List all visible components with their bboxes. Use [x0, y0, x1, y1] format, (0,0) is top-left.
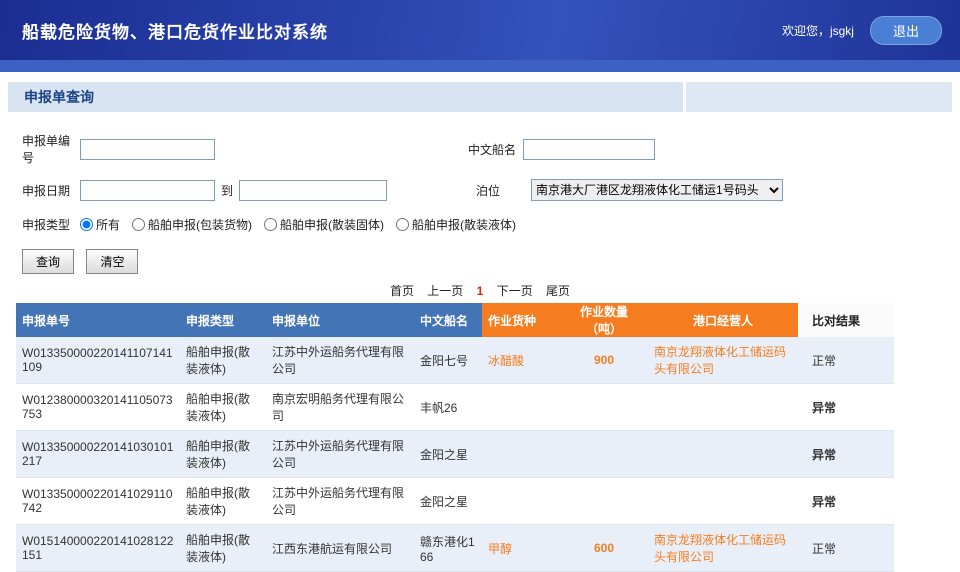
table-row: W012380000320141105073753 船舶申报(散装液体) 南京宏… [16, 384, 894, 431]
radio-packaged-goods-label: 船舶申报(包装货物) [148, 216, 252, 233]
ship-name-input[interactable] [523, 139, 655, 160]
cell-cargo [482, 384, 560, 431]
berth-label: 泊位 [476, 182, 531, 199]
cell-ship: 金阳七号 [414, 337, 482, 384]
radio-bulk-solid[interactable]: 船舶申报(散装固体) [264, 216, 384, 233]
radio-bulk-liquid-label: 船舶申报(散装液体) [412, 216, 516, 233]
col-header-unit: 申报单位 [266, 303, 414, 337]
section-title: 申报单查询 [8, 82, 683, 112]
radio-all-input[interactable] [80, 218, 93, 231]
results-table: 申报单号 申报类型 申报单位 中文船名 作业货种 作业数量（吨） 港口经营人 比… [16, 303, 894, 572]
radio-bulk-liquid[interactable]: 船舶申报(散装液体) [396, 216, 516, 233]
radio-packaged-goods-input[interactable] [132, 218, 145, 231]
welcome-text: 欢迎您，jsgkj [782, 22, 854, 39]
cell-result: 异常 [798, 384, 894, 431]
header-right: 欢迎您，jsgkj 退出 [782, 16, 942, 45]
pagination-current-page[interactable]: 1 [477, 284, 484, 298]
cell-operator: 南京龙翔液体化工储运码头有限公司 [648, 337, 798, 384]
cell-cargo [482, 478, 560, 525]
cell-type: 船舶申报(散装液体) [180, 431, 266, 478]
cell-declaration-no: W015140000220141028122151 [16, 525, 180, 572]
cell-ship: 赣东港化166 [414, 525, 482, 572]
cell-declaration-no: W013350000220141030101217 [16, 431, 180, 478]
table-header-row: 申报单号 申报类型 申报单位 中文船名 作业货种 作业数量（吨） 港口经营人 比… [16, 303, 894, 337]
col-header-type: 申报类型 [180, 303, 266, 337]
col-header-declaration-no: 申报单号 [16, 303, 180, 337]
radio-bulk-solid-label: 船舶申报(散装固体) [280, 216, 384, 233]
cell-unit: 南京宏明船务代理有限公司 [266, 384, 414, 431]
cell-operator [648, 478, 798, 525]
cell-type: 船舶申报(散装液体) [180, 337, 266, 384]
cell-declaration-no: W013350000220141107141109 [16, 337, 180, 384]
cell-quantity [560, 478, 648, 525]
query-button[interactable]: 查询 [22, 249, 74, 274]
date-to-input[interactable] [239, 180, 387, 201]
radio-packaged-goods[interactable]: 船舶申报(包装货物) [132, 216, 252, 233]
pagination: 首页 上一页 1 下一页 尾页 [41, 282, 919, 299]
table-row: W013350000220141030101217 船舶申报(散装液体) 江苏中… [16, 431, 894, 478]
cell-ship: 金阳之星 [414, 478, 482, 525]
cell-quantity [560, 431, 648, 478]
col-header-cargo: 作业货种 [482, 303, 560, 337]
cell-operator [648, 384, 798, 431]
table-row: W013350000220141107141109 船舶申报(散装液体) 江苏中… [16, 337, 894, 384]
cell-cargo: 甲醇 [482, 525, 560, 572]
cell-quantity: 900 [560, 337, 648, 384]
table-row: W013350000220141029110742 船舶申报(散装液体) 江苏中… [16, 478, 894, 525]
cell-operator: 南京龙翔液体化工储运码头有限公司 [648, 525, 798, 572]
app-header: 船载危险货物、港口危货作业比对系统 欢迎您，jsgkj 退出 [0, 0, 960, 60]
cell-ship: 金阳之星 [414, 431, 482, 478]
section-bar: 申报单查询 [8, 82, 952, 112]
pagination-prev[interactable]: 上一页 [427, 284, 463, 298]
cell-unit: 江苏中外运船务代理有限公司 [266, 478, 414, 525]
date-to-separator: 到 [221, 182, 233, 199]
app-title: 船载危险货物、港口危货作业比对系统 [22, 18, 328, 43]
cell-declaration-no: W012380000320141105073753 [16, 384, 180, 431]
berth-select[interactable]: 南京港大厂港区龙翔液体化工储运1号码头 [531, 179, 783, 201]
cell-quantity: 600 [560, 525, 648, 572]
cell-type: 船舶申报(散装液体) [180, 525, 266, 572]
cell-type: 船舶申报(散装液体) [180, 384, 266, 431]
radio-bulk-solid-input[interactable] [264, 218, 277, 231]
form-row-1: 申报单编号 中文船名 [22, 132, 960, 166]
cell-declaration-no: W013350000220141029110742 [16, 478, 180, 525]
form-row-3: 申报类型 所有 船舶申报(包装货物) 船舶申报(散装固体) 船舶申报(散装液体) [22, 216, 960, 233]
section-bar-right [686, 82, 952, 112]
cell-result: 正常 [798, 337, 894, 384]
button-row: 查询 清空 [22, 249, 960, 274]
col-header-quantity: 作业数量（吨） [560, 303, 648, 337]
cell-ship: 丰帆26 [414, 384, 482, 431]
date-from-input[interactable] [80, 180, 215, 201]
cell-cargo: 冰醋酸 [482, 337, 560, 384]
cell-unit: 江西东港航运有限公司 [266, 525, 414, 572]
header-subband [0, 60, 960, 72]
logout-button[interactable]: 退出 [870, 16, 942, 45]
cell-quantity [560, 384, 648, 431]
cell-result: 异常 [798, 478, 894, 525]
pagination-first[interactable]: 首页 [390, 284, 414, 298]
radio-bulk-liquid-input[interactable] [396, 218, 409, 231]
cell-unit: 江苏中外运船务代理有限公司 [266, 337, 414, 384]
cell-result: 正常 [798, 525, 894, 572]
cell-operator [648, 431, 798, 478]
declaration-no-input[interactable] [80, 139, 215, 160]
clear-button[interactable]: 清空 [86, 249, 138, 274]
pagination-next[interactable]: 下一页 [497, 284, 533, 298]
form-row-2: 申报日期 到 泊位 南京港大厂港区龙翔液体化工储运1号码头 [22, 179, 960, 201]
col-header-result: 比对结果 [798, 303, 894, 337]
col-header-operator: 港口经营人 [648, 303, 798, 337]
cell-result: 异常 [798, 431, 894, 478]
date-label: 申报日期 [22, 182, 80, 199]
radio-all-label: 所有 [96, 216, 120, 233]
table-row: W015140000220141028122151 船舶申报(散装液体) 江西东… [16, 525, 894, 572]
declaration-no-label: 申报单编号 [22, 132, 80, 166]
pagination-last[interactable]: 尾页 [546, 284, 570, 298]
radio-all[interactable]: 所有 [80, 216, 120, 233]
cell-cargo [482, 431, 560, 478]
cell-type: 船舶申报(散装液体) [180, 478, 266, 525]
cell-unit: 江苏中外运船务代理有限公司 [266, 431, 414, 478]
declare-type-label: 申报类型 [22, 216, 80, 233]
col-header-ship: 中文船名 [414, 303, 482, 337]
ship-name-label: 中文船名 [468, 141, 523, 158]
